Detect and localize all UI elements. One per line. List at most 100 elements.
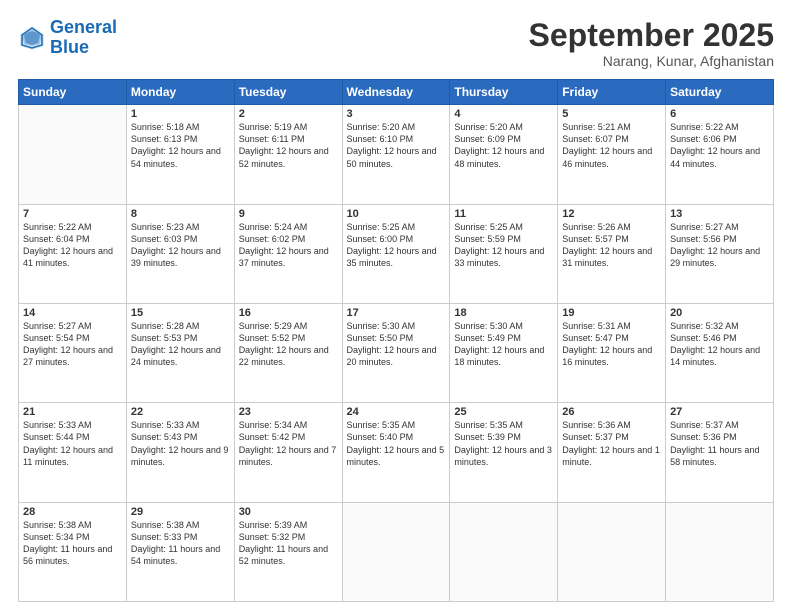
day-number: 5 [562,108,661,120]
day-cell: 19Sunrise: 5:31 AMSunset: 5:47 PMDayligh… [558,303,666,402]
cell-text: Sunrise: 5:29 AMSunset: 5:52 PMDaylight:… [239,320,338,369]
day-cell: 30Sunrise: 5:39 AMSunset: 5:32 PMDayligh… [234,502,342,601]
day-cell: 7Sunrise: 5:22 AMSunset: 6:04 PMDaylight… [19,204,127,303]
day-number: 11 [454,208,553,220]
header-cell-wednesday: Wednesday [342,80,450,105]
day-number: 30 [239,506,338,518]
day-number: 25 [454,406,553,418]
day-cell: 2Sunrise: 5:19 AMSunset: 6:11 PMDaylight… [234,105,342,204]
day-number: 8 [131,208,230,220]
cell-text: Sunrise: 5:19 AMSunset: 6:11 PMDaylight:… [239,121,338,170]
cell-text: Sunrise: 5:33 AMSunset: 5:43 PMDaylight:… [131,419,230,468]
day-cell: 28Sunrise: 5:38 AMSunset: 5:34 PMDayligh… [19,502,127,601]
day-cell: 22Sunrise: 5:33 AMSunset: 5:43 PMDayligh… [126,403,234,502]
day-cell: 1Sunrise: 5:18 AMSunset: 6:13 PMDaylight… [126,105,234,204]
cell-text: Sunrise: 5:33 AMSunset: 5:44 PMDaylight:… [23,419,122,468]
day-cell: 8Sunrise: 5:23 AMSunset: 6:03 PMDaylight… [126,204,234,303]
calendar-table: SundayMondayTuesdayWednesdayThursdayFrid… [18,79,774,602]
header-row: SundayMondayTuesdayWednesdayThursdayFrid… [19,80,774,105]
day-number: 1 [131,108,230,120]
day-cell: 6Sunrise: 5:22 AMSunset: 6:06 PMDaylight… [666,105,774,204]
page: General Blue September 2025 Narang, Kuna… [0,0,792,612]
day-number: 7 [23,208,122,220]
cell-text: Sunrise: 5:38 AMSunset: 5:34 PMDaylight:… [23,519,122,568]
logo: General Blue [18,18,117,58]
day-cell: 18Sunrise: 5:30 AMSunset: 5:49 PMDayligh… [450,303,558,402]
week-row-1: 1Sunrise: 5:18 AMSunset: 6:13 PMDaylight… [19,105,774,204]
header-cell-monday: Monday [126,80,234,105]
header: General Blue September 2025 Narang, Kuna… [18,18,774,69]
day-cell: 24Sunrise: 5:35 AMSunset: 5:40 PMDayligh… [342,403,450,502]
day-cell: 11Sunrise: 5:25 AMSunset: 5:59 PMDayligh… [450,204,558,303]
day-cell: 23Sunrise: 5:34 AMSunset: 5:42 PMDayligh… [234,403,342,502]
cell-text: Sunrise: 5:35 AMSunset: 5:39 PMDaylight:… [454,419,553,468]
week-row-5: 28Sunrise: 5:38 AMSunset: 5:34 PMDayligh… [19,502,774,601]
day-cell [666,502,774,601]
cell-text: Sunrise: 5:25 AMSunset: 6:00 PMDaylight:… [347,221,446,270]
week-row-4: 21Sunrise: 5:33 AMSunset: 5:44 PMDayligh… [19,403,774,502]
day-cell: 21Sunrise: 5:33 AMSunset: 5:44 PMDayligh… [19,403,127,502]
calendar-header: SundayMondayTuesdayWednesdayThursdayFrid… [19,80,774,105]
cell-text: Sunrise: 5:26 AMSunset: 5:57 PMDaylight:… [562,221,661,270]
cell-text: Sunrise: 5:35 AMSunset: 5:40 PMDaylight:… [347,419,446,468]
day-number: 9 [239,208,338,220]
cell-text: Sunrise: 5:18 AMSunset: 6:13 PMDaylight:… [131,121,230,170]
week-row-2: 7Sunrise: 5:22 AMSunset: 6:04 PMDaylight… [19,204,774,303]
logo-blue: Blue [50,38,117,58]
logo-general: General [50,17,117,37]
cell-text: Sunrise: 5:22 AMSunset: 6:06 PMDaylight:… [670,121,769,170]
header-cell-tuesday: Tuesday [234,80,342,105]
cell-text: Sunrise: 5:23 AMSunset: 6:03 PMDaylight:… [131,221,230,270]
cell-text: Sunrise: 5:28 AMSunset: 5:53 PMDaylight:… [131,320,230,369]
cell-text: Sunrise: 5:31 AMSunset: 5:47 PMDaylight:… [562,320,661,369]
cell-text: Sunrise: 5:27 AMSunset: 5:54 PMDaylight:… [23,320,122,369]
day-cell [450,502,558,601]
day-number: 21 [23,406,122,418]
cell-text: Sunrise: 5:37 AMSunset: 5:36 PMDaylight:… [670,419,769,468]
day-cell: 13Sunrise: 5:27 AMSunset: 5:56 PMDayligh… [666,204,774,303]
cell-text: Sunrise: 5:30 AMSunset: 5:49 PMDaylight:… [454,320,553,369]
day-cell: 5Sunrise: 5:21 AMSunset: 6:07 PMDaylight… [558,105,666,204]
day-number: 13 [670,208,769,220]
day-number: 26 [562,406,661,418]
cell-text: Sunrise: 5:20 AMSunset: 6:09 PMDaylight:… [454,121,553,170]
cell-text: Sunrise: 5:27 AMSunset: 5:56 PMDaylight:… [670,221,769,270]
day-number: 27 [670,406,769,418]
day-number: 16 [239,307,338,319]
day-cell: 15Sunrise: 5:28 AMSunset: 5:53 PMDayligh… [126,303,234,402]
main-title: September 2025 [529,18,774,53]
day-cell: 10Sunrise: 5:25 AMSunset: 6:00 PMDayligh… [342,204,450,303]
logo-icon [18,24,46,52]
day-number: 18 [454,307,553,319]
day-number: 12 [562,208,661,220]
day-cell: 27Sunrise: 5:37 AMSunset: 5:36 PMDayligh… [666,403,774,502]
day-number: 2 [239,108,338,120]
cell-text: Sunrise: 5:25 AMSunset: 5:59 PMDaylight:… [454,221,553,270]
day-number: 19 [562,307,661,319]
day-cell: 25Sunrise: 5:35 AMSunset: 5:39 PMDayligh… [450,403,558,502]
day-cell: 26Sunrise: 5:36 AMSunset: 5:37 PMDayligh… [558,403,666,502]
day-cell [342,502,450,601]
day-cell [558,502,666,601]
logo-text: General Blue [50,18,117,58]
cell-text: Sunrise: 5:22 AMSunset: 6:04 PMDaylight:… [23,221,122,270]
cell-text: Sunrise: 5:20 AMSunset: 6:10 PMDaylight:… [347,121,446,170]
day-number: 29 [131,506,230,518]
header-cell-saturday: Saturday [666,80,774,105]
day-number: 23 [239,406,338,418]
calendar-body: 1Sunrise: 5:18 AMSunset: 6:13 PMDaylight… [19,105,774,602]
day-cell: 12Sunrise: 5:26 AMSunset: 5:57 PMDayligh… [558,204,666,303]
header-cell-sunday: Sunday [19,80,127,105]
day-cell: 4Sunrise: 5:20 AMSunset: 6:09 PMDaylight… [450,105,558,204]
cell-text: Sunrise: 5:34 AMSunset: 5:42 PMDaylight:… [239,419,338,468]
day-number: 28 [23,506,122,518]
header-cell-friday: Friday [558,80,666,105]
cell-text: Sunrise: 5:24 AMSunset: 6:02 PMDaylight:… [239,221,338,270]
day-cell: 14Sunrise: 5:27 AMSunset: 5:54 PMDayligh… [19,303,127,402]
day-number: 6 [670,108,769,120]
subtitle: Narang, Kunar, Afghanistan [529,53,774,69]
day-number: 17 [347,307,446,319]
cell-text: Sunrise: 5:32 AMSunset: 5:46 PMDaylight:… [670,320,769,369]
day-number: 20 [670,307,769,319]
day-cell: 20Sunrise: 5:32 AMSunset: 5:46 PMDayligh… [666,303,774,402]
